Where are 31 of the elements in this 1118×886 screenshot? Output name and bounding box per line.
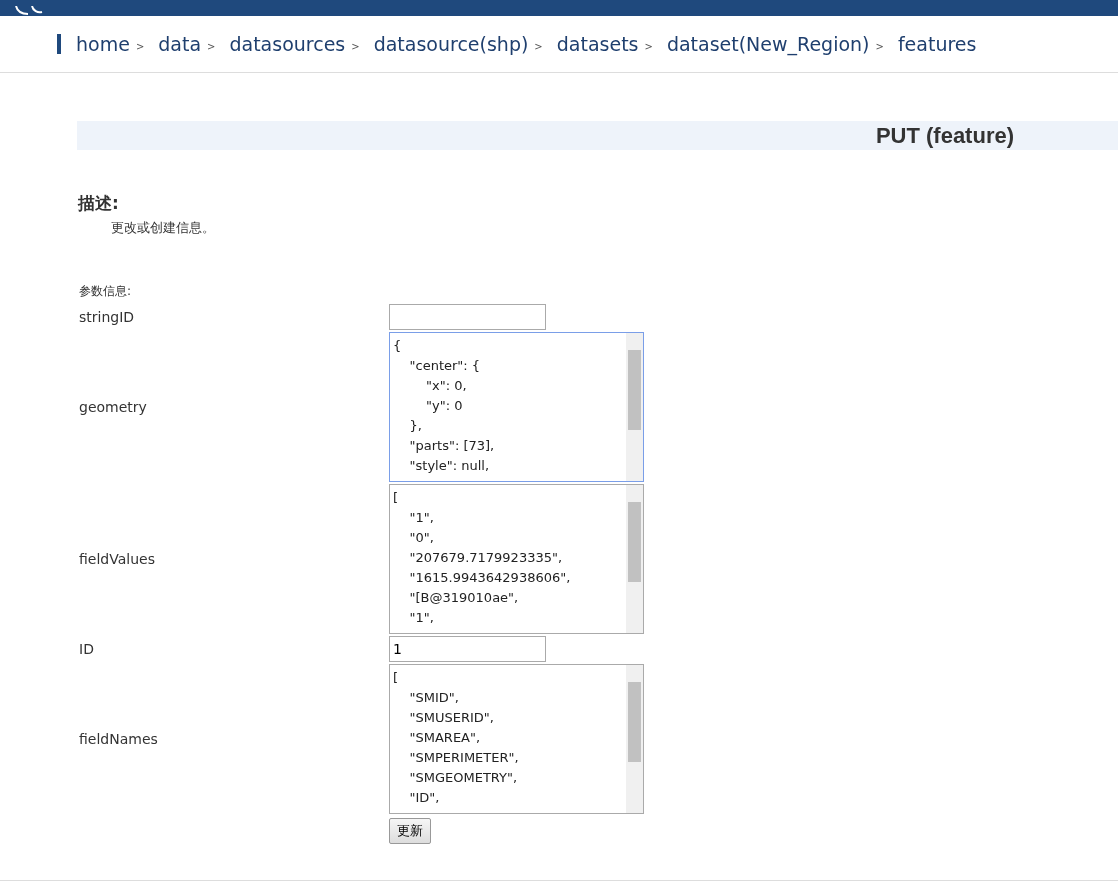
parameter-label: stringID <box>79 309 135 325</box>
breadcrumb-separator: > <box>644 40 653 52</box>
update-button[interactable]: 更新 <box>389 818 431 844</box>
breadcrumb-separator: > <box>875 40 884 52</box>
parameter-label: geometry <box>79 399 147 415</box>
breadcrumb-link[interactable]: data <box>158 33 202 55</box>
breadcrumb-separator: > <box>207 40 216 52</box>
parameter-label: fieldNames <box>79 731 158 747</box>
breadcrumb-link[interactable]: home <box>76 33 130 55</box>
breadcrumb-separator: > <box>351 40 360 52</box>
description-text: 更改或创建信息。 <box>111 219 216 237</box>
breadcrumb-link[interactable]: datasets <box>556 33 639 55</box>
parameter-label: fieldValues <box>79 551 155 567</box>
breadcrumb-separator: > <box>534 40 543 52</box>
input-field[interactable]: 1 <box>389 636 546 662</box>
breadcrumb-separator: > <box>135 40 145 52</box>
input-field[interactable] <box>389 304 546 330</box>
text-area[interactable]: [ "SMID", "SMUSERID", "SMAREA", "SMPERIMETER", "SMGEOMETRY", "ID", <box>389 664 644 814</box>
parameters-heading: 参数信息: <box>79 283 133 300</box>
page-title: PUT (feature) <box>875 122 1014 149</box>
text-area[interactable]: { "center": { "x": 0, "y": 0 }, "parts": [73], "style": null, <box>389 332 644 482</box>
breadcrumb-link[interactable]: datasources <box>229 33 346 55</box>
breadcrumb-link[interactable]: features <box>897 33 977 55</box>
description-heading: 描述: <box>78 192 120 215</box>
breadcrumb-link[interactable]: dataset(New_Region) <box>666 33 870 55</box>
scrollbar[interactable] <box>626 485 643 633</box>
parameter-label: ID <box>79 641 94 657</box>
breadcrumb-link[interactable]: datasource(shp) <box>373 33 529 55</box>
scrollbar[interactable] <box>626 665 643 813</box>
scrollbar[interactable] <box>626 333 643 481</box>
text-area[interactable]: [ "1", "0", "207679.7179923335", "1615.9943642938606", "[B@319010ae", "1", <box>389 484 644 634</box>
